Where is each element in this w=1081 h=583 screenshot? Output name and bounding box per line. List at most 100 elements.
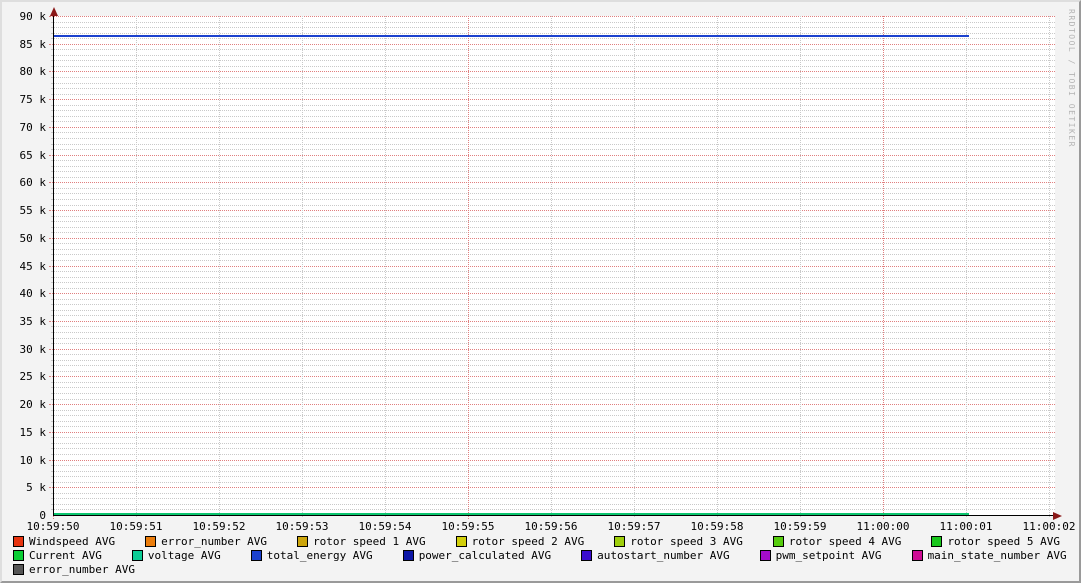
y-gridline-minor xyxy=(51,27,1055,28)
y-gridline-major xyxy=(49,99,1055,100)
x-axis-arrow-icon xyxy=(1053,512,1062,520)
x-tick-label: 10:59:56 xyxy=(511,520,591,533)
legend-item-label: error_number AVG xyxy=(29,563,135,576)
legend-item: pwm_setpoint AVG xyxy=(760,549,882,562)
y-tick-label: 60 k xyxy=(2,176,46,189)
y-gridline-minor xyxy=(51,188,1055,189)
x-gridline-minor xyxy=(800,16,801,517)
legend-item-label: Windspeed AVG xyxy=(29,535,115,548)
y-axis xyxy=(53,12,54,516)
y-gridline-major xyxy=(49,155,1055,156)
legend-item: rotor speed 2 AVG xyxy=(456,535,585,548)
legend-color-swatch xyxy=(13,536,24,547)
y-tick-label: 10 k xyxy=(2,454,46,467)
y-gridline-minor xyxy=(51,66,1055,67)
y-gridline-minor xyxy=(51,443,1055,444)
y-gridline-major xyxy=(49,487,1055,488)
legend-item-label: autostart_number AVG xyxy=(597,549,729,562)
y-gridline-minor xyxy=(51,171,1055,172)
y-gridline-minor xyxy=(51,221,1055,222)
y-gridline-minor xyxy=(51,471,1055,472)
y-gridline-minor xyxy=(51,116,1055,117)
legend-color-swatch xyxy=(251,550,262,561)
legend-item: Current AVG xyxy=(13,549,102,562)
y-gridline-minor xyxy=(51,149,1055,150)
legend-color-swatch xyxy=(614,536,625,547)
y-gridline-minor xyxy=(51,77,1055,78)
y-gridline-minor xyxy=(51,415,1055,416)
legend: Windspeed AVG error_number AVG rotor speed… xyxy=(13,535,1067,576)
x-tick-label: 11:00:01 xyxy=(926,520,1006,533)
legend-item: autostart_number AVG xyxy=(581,549,729,562)
legend-item: rotor speed 4 AVG xyxy=(773,535,902,548)
legend-item-label: rotor speed 4 AVG xyxy=(789,535,902,548)
y-gridline-minor xyxy=(51,299,1055,300)
x-tick-label: 10:59:59 xyxy=(760,520,840,533)
y-gridline-minor xyxy=(51,399,1055,400)
x-tick-label: 10:59:57 xyxy=(594,520,674,533)
legend-item: total_energy AVG xyxy=(251,549,373,562)
legend-item: error_number AVG xyxy=(13,563,135,576)
y-gridline-minor xyxy=(51,271,1055,272)
y-gridline-minor xyxy=(51,509,1055,510)
legend-item-label: total_energy AVG xyxy=(267,549,373,562)
x-gridline-minor xyxy=(385,16,386,517)
x-tick-label: 10:59:50 xyxy=(13,520,93,533)
y-gridline-minor xyxy=(51,310,1055,311)
y-gridline-minor xyxy=(51,437,1055,438)
y-gridline-minor xyxy=(51,193,1055,194)
legend-item: rotor speed 1 AVG xyxy=(297,535,426,548)
x-tick-label: 10:59:54 xyxy=(345,520,425,533)
legend-color-swatch xyxy=(456,536,467,547)
y-gridline-minor xyxy=(51,94,1055,95)
y-gridline-major xyxy=(49,127,1055,128)
y-tick-label: 30 k xyxy=(2,343,46,356)
y-gridline-minor xyxy=(51,365,1055,366)
y-tick-label: 90 k xyxy=(2,10,46,23)
legend-item: rotor speed 3 AVG xyxy=(614,535,743,548)
y-gridline-major xyxy=(49,44,1055,45)
rrd-graph: 05 k10 k15 k20 k25 k30 k35 k40 k45 k50 k… xyxy=(0,0,1081,583)
y-tick-label: 55 k xyxy=(2,204,46,217)
y-gridline-minor xyxy=(51,498,1055,499)
x-axis xyxy=(53,515,1053,516)
y-gridline-minor xyxy=(51,454,1055,455)
y-gridline-minor xyxy=(51,482,1055,483)
y-tick-label: 20 k xyxy=(2,398,46,411)
x-gridline-minor xyxy=(302,16,303,517)
y-gridline-minor xyxy=(51,232,1055,233)
y-gridline-minor xyxy=(51,387,1055,388)
legend-color-swatch xyxy=(13,550,24,561)
x-gridline-major xyxy=(468,16,469,519)
y-gridline-minor xyxy=(51,199,1055,200)
y-gridline-minor xyxy=(51,177,1055,178)
x-gridline-minor xyxy=(1049,16,1050,517)
watermark: RRDTOOL / TOBI OETIKER xyxy=(1067,9,1076,148)
y-gridline-minor xyxy=(51,371,1055,372)
y-gridline-major xyxy=(49,293,1055,294)
y-gridline-major xyxy=(49,266,1055,267)
legend-item-label: pwm_setpoint AVG xyxy=(776,549,882,562)
x-gridline-minor xyxy=(717,16,718,517)
y-gridline-major xyxy=(49,376,1055,377)
x-tick-label: 11:00:00 xyxy=(843,520,923,533)
y-gridline-minor xyxy=(51,88,1055,89)
y-gridline-minor xyxy=(51,360,1055,361)
y-gridline-minor xyxy=(51,277,1055,278)
y-tick-label: 70 k xyxy=(2,121,46,134)
y-gridline-minor xyxy=(51,110,1055,111)
y-gridline-major xyxy=(49,349,1055,350)
legend-color-swatch xyxy=(132,550,143,561)
y-gridline-minor xyxy=(51,216,1055,217)
y-tick-label: 85 k xyxy=(2,38,46,51)
y-gridline-minor xyxy=(51,304,1055,305)
y-tick-label: 65 k xyxy=(2,149,46,162)
x-gridline-minor xyxy=(551,16,552,517)
y-gridline-minor xyxy=(51,132,1055,133)
y-gridline-minor xyxy=(51,138,1055,139)
y-tick-label: 80 k xyxy=(2,65,46,78)
x-tick-label: 10:59:51 xyxy=(96,520,176,533)
legend-color-swatch xyxy=(403,550,414,561)
y-gridline-minor xyxy=(51,421,1055,422)
y-tick-label: 25 k xyxy=(2,370,46,383)
